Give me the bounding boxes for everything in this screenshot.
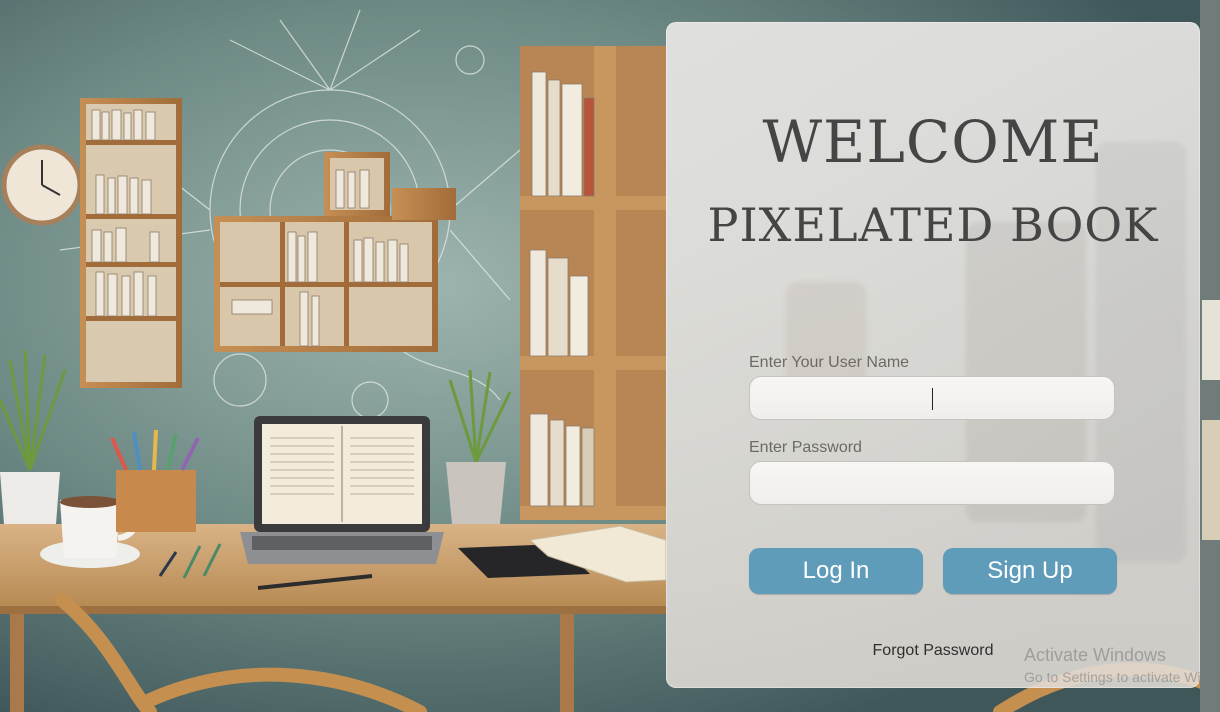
username-label: Enter Your User Name — [749, 354, 910, 371]
username-input[interactable] — [749, 376, 1115, 420]
right-edge-shelves — [1200, 0, 1220, 712]
text-caret — [932, 388, 933, 410]
laptop — [240, 416, 444, 564]
app-name-heading: PIXELATED BOOK — [707, 198, 1159, 252]
password-input[interactable] — [749, 461, 1115, 505]
watermark-subtitle: Go to Settings to activate Windows. — [1024, 669, 1220, 685]
signup-button[interactable]: Sign Up — [943, 548, 1117, 594]
right-bookshelf — [520, 46, 666, 520]
wall-clock — [1, 144, 83, 226]
login-button[interactable]: Log In — [749, 548, 923, 594]
watermark-title: Activate Windows — [1024, 645, 1167, 665]
left-bookshelf — [80, 98, 182, 388]
app-window: WELCOME PIXELATED BOOK Enter Your User N… — [0, 0, 1220, 712]
login-panel: WELCOME PIXELATED BOOK Enter Your User N… — [666, 22, 1200, 688]
welcome-heading: WELCOME — [762, 108, 1104, 176]
password-label: Enter Password — [749, 439, 862, 456]
activate-windows-watermark: Activate Windows Go to Settings to activ… — [1024, 644, 1220, 686]
